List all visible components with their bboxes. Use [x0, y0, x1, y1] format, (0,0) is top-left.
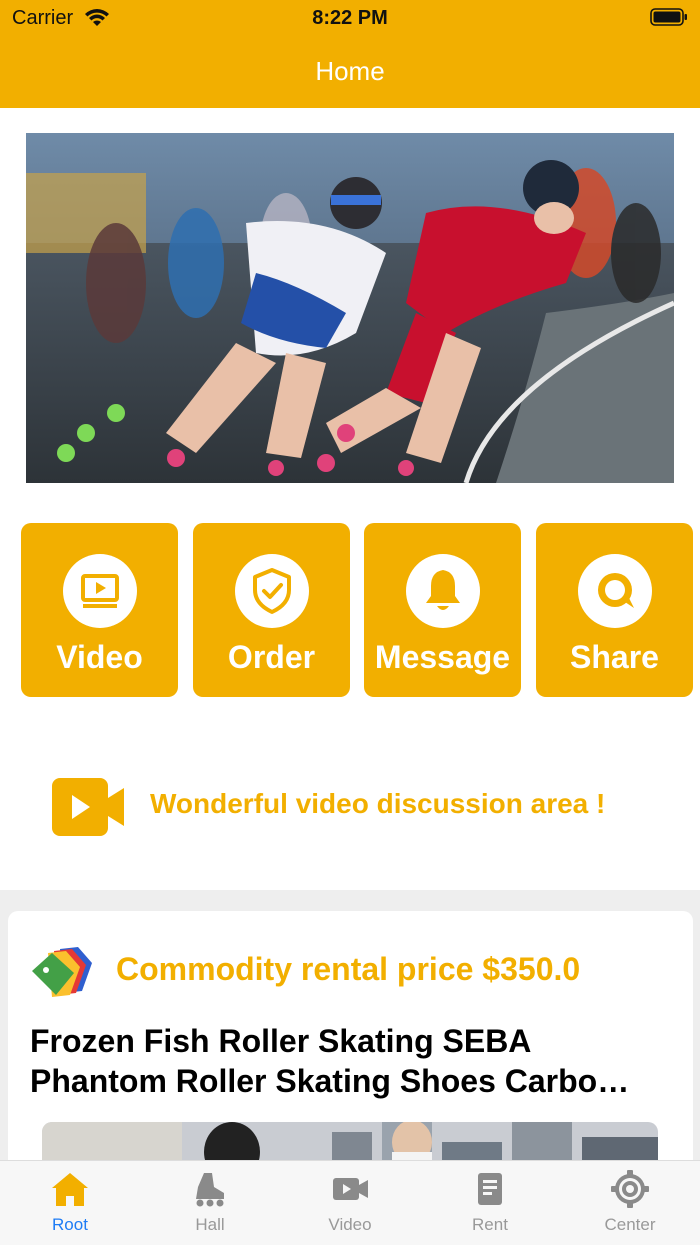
tab-rent-label: Rent — [472, 1215, 508, 1234]
shield-check-icon — [235, 554, 309, 628]
video-tile-button[interactable]: Video — [21, 523, 178, 697]
top-bar: Carrier 8:22 PM Home — [0, 0, 700, 108]
tab-root-label: Root — [52, 1215, 88, 1234]
video-discussion-link[interactable]: Wonderful video discussion area ! — [0, 760, 700, 856]
product-title-line2: Phantom Roller Skating Shoes Carbo… — [30, 1063, 630, 1099]
tab-hall[interactable]: Hall — [140, 1161, 280, 1245]
tab-hall-label: Hall — [195, 1215, 225, 1234]
skate-icon — [196, 1173, 224, 1207]
status-bar: Carrier 8:22 PM — [0, 0, 700, 36]
video-tile-label: Video — [56, 639, 143, 675]
tab-video-label: Video — [328, 1215, 372, 1234]
order-tile-label: Order — [227, 639, 316, 675]
video-camera-icon — [52, 778, 124, 836]
battery-icon — [650, 8, 687, 26]
skaters-illustration — [26, 133, 674, 483]
discussion-label: Wonderful video discussion area ! — [150, 788, 606, 819]
tab-center-label: Center — [604, 1215, 656, 1234]
tab-center[interactable]: Center — [560, 1161, 700, 1245]
clock-label: 8:22 PM — [312, 7, 388, 29]
document-icon — [478, 1173, 502, 1205]
page-title: Home — [315, 56, 385, 86]
share-tile-button[interactable]: Share — [536, 523, 693, 697]
rental-price: Commodity rental price $350.0 — [116, 951, 581, 987]
product-title-line1: Frozen Fish Roller Skating SEBA — [30, 1023, 532, 1059]
tab-bar: Root Hall Video Rent Center — [0, 1160, 700, 1245]
tab-rent[interactable]: Rent — [420, 1161, 560, 1245]
tab-root[interactable]: Root — [0, 1161, 140, 1245]
banner-image[interactable] — [26, 133, 674, 483]
gear-icon — [611, 1170, 649, 1208]
product-title: Frozen Fish Roller Skating SEBA Phantom … — [30, 1021, 670, 1101]
video-camera-icon — [333, 1178, 368, 1200]
bell-icon — [406, 554, 480, 628]
video-screen-icon — [63, 554, 137, 628]
chat-bubble-icon — [578, 554, 652, 628]
message-tile-button[interactable]: Message — [364, 523, 521, 697]
home-icon — [52, 1173, 88, 1206]
share-tile-label: Share — [570, 639, 659, 675]
tab-video[interactable]: Video — [280, 1161, 420, 1245]
message-tile-label: Message — [374, 639, 511, 675]
order-tile-button[interactable]: Order — [193, 523, 350, 697]
price-tags-icon — [32, 947, 92, 997]
